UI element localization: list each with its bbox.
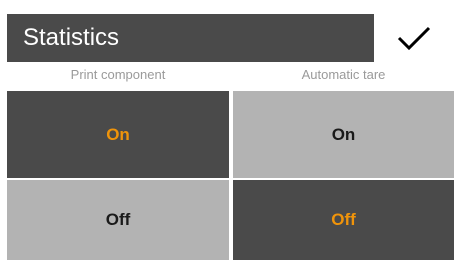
confirm-button[interactable] bbox=[374, 14, 454, 62]
print-component-label: Print component bbox=[70, 67, 166, 82]
checkmark-icon bbox=[397, 26, 431, 51]
print-component-on-button[interactable]: On bbox=[7, 91, 229, 178]
page-title: Statistics bbox=[7, 14, 374, 62]
automatic-tare-on-button[interactable]: On bbox=[233, 91, 454, 178]
header: Statistics bbox=[0, 14, 454, 62]
statistics-screen: Statistics Print component Automatic tar… bbox=[0, 0, 454, 260]
automatic-tare-off-button[interactable]: Off bbox=[233, 180, 454, 260]
automatic-tare-label: Automatic tare bbox=[301, 67, 386, 82]
print-component-off-button[interactable]: Off bbox=[7, 180, 229, 260]
